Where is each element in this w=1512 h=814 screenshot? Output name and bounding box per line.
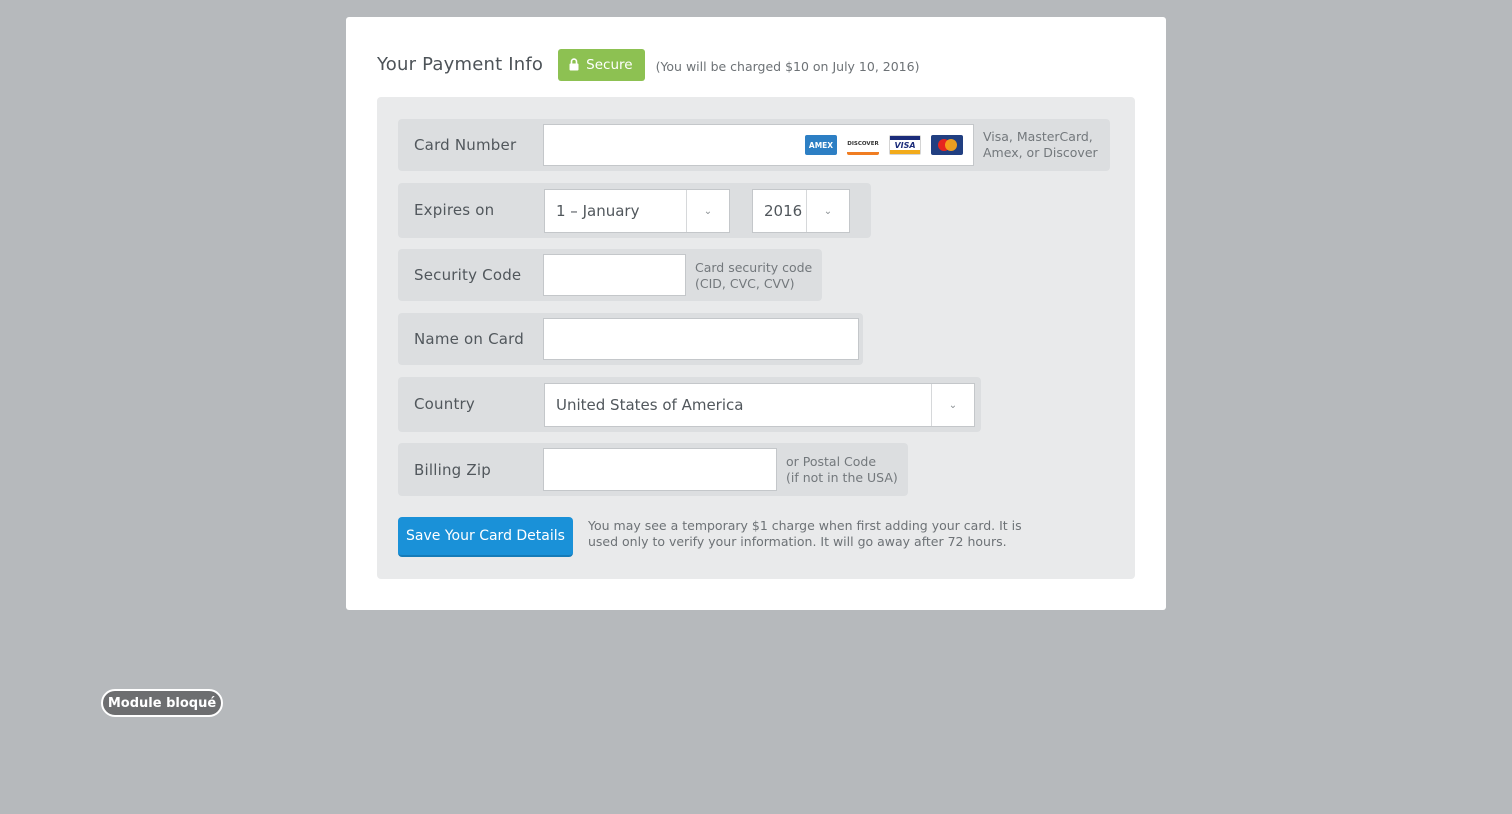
payment-modal: Your Payment Info Secure (You will be ch… <box>346 17 1166 610</box>
save-card-button[interactable]: Save Your Card Details <box>398 517 573 557</box>
mastercard-circles-icon <box>937 139 957 151</box>
expiry-year-value: 2016 <box>764 202 803 220</box>
card-number-row: Card Number AMEX DISCOVER VISA Visa, Mas… <box>398 119 1110 171</box>
security-code-hint: Card security code (CID, CVC, CVV) <box>695 260 813 291</box>
discover-logo-icon: DISCOVER <box>847 135 879 155</box>
expires-row: Expires on 1 – January ⌄ 2016 ⌄ <box>398 183 871 238</box>
billing-zip-hint: or Postal Code (if not in the USA) <box>786 454 898 485</box>
payment-form: Card Number AMEX DISCOVER VISA Visa, Mas… <box>377 97 1135 579</box>
expiry-month-value: 1 – January <box>556 202 640 220</box>
card-number-input[interactable]: AMEX DISCOVER VISA <box>543 124 974 166</box>
security-code-row: Security Code Card security code (CID, C… <box>398 249 822 301</box>
country-value: United States of America <box>556 396 744 414</box>
billing-zip-row: Billing Zip or Postal Code (if not in th… <box>398 443 908 496</box>
country-select[interactable]: United States of America ⌄ <box>544 383 975 427</box>
payment-header: Your Payment Info Secure (You will be ch… <box>377 48 919 81</box>
billing-zip-label: Billing Zip <box>414 461 491 479</box>
name-on-card-row: Name on Card <box>398 313 863 365</box>
expiry-month-select[interactable]: 1 – January ⌄ <box>544 189 730 233</box>
visa-logo-icon: VISA <box>889 135 921 155</box>
security-code-label: Security Code <box>414 266 522 284</box>
chevron-down-icon[interactable]: ⌄ <box>806 190 849 232</box>
save-note: You may see a temporary $1 charge when f… <box>588 518 1022 549</box>
page-title: Your Payment Info <box>377 54 544 75</box>
country-row: Country United States of America ⌄ <box>398 377 981 432</box>
name-on-card-input[interactable] <box>543 318 859 360</box>
chevron-down-icon[interactable]: ⌄ <box>931 384 974 426</box>
secure-label: Secure <box>586 56 633 73</box>
billing-zip-input[interactable] <box>543 448 777 491</box>
card-number-hint: Visa, MasterCard, Amex, or Discover <box>983 129 1098 160</box>
card-logos: AMEX DISCOVER VISA <box>805 135 963 155</box>
lock-icon <box>569 58 579 71</box>
amex-logo-icon: AMEX <box>805 135 837 155</box>
expires-label: Expires on <box>414 201 495 219</box>
mastercard-logo-icon <box>931 135 963 155</box>
charge-note: (You will be charged $10 on July 10, 201… <box>655 59 920 74</box>
country-label: Country <box>414 395 475 413</box>
module-blocked-badge[interactable]: Module bloqué <box>101 689 223 717</box>
expiry-year-select[interactable]: 2016 ⌄ <box>752 189 850 233</box>
chevron-down-icon[interactable]: ⌄ <box>686 190 729 232</box>
card-number-label: Card Number <box>414 136 517 154</box>
security-code-input[interactable] <box>543 254 686 296</box>
name-on-card-label: Name on Card <box>414 330 524 348</box>
secure-badge: Secure <box>558 48 645 81</box>
